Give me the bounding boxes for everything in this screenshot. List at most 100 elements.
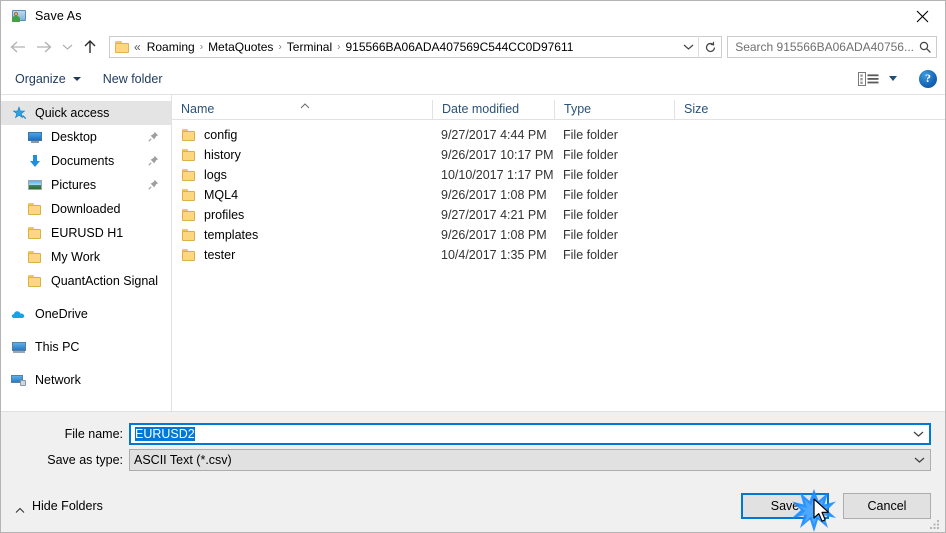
- star-pin-icon: [11, 105, 27, 121]
- sidebar-item-onedrive[interactable]: OneDrive: [1, 302, 171, 326]
- sidebar-item-label: OneDrive: [35, 307, 88, 321]
- save-button[interactable]: Save: [741, 493, 829, 519]
- forward-button[interactable]: [31, 34, 57, 60]
- new-folder-button[interactable]: New folder: [103, 67, 163, 91]
- table-row[interactable]: config 9/27/2017 4:44 PM File folder: [172, 125, 945, 145]
- file-date-cell: 9/27/2017 4:21 PM: [441, 208, 547, 222]
- sidebar-item-network[interactable]: Network: [1, 368, 171, 392]
- navigation-pane: Quick access Desktop Documents Pictures …: [1, 95, 172, 411]
- pictures-icon: [27, 177, 43, 193]
- file-type-cell: File folder: [563, 128, 618, 142]
- chevron-down-icon[interactable]: [907, 430, 929, 438]
- chevron-down-icon[interactable]: [908, 456, 930, 464]
- sidebar-item-label: Documents: [51, 154, 115, 168]
- hide-folders-button[interactable]: Hide Folders: [15, 499, 103, 513]
- save-as-type-select[interactable]: ASCII Text (*.csv): [129, 449, 931, 471]
- sidebar-item-label: Pictures: [51, 178, 97, 192]
- view-layout-icon[interactable]: [858, 71, 897, 87]
- sidebar-item-label: QuantAction Signal: [51, 274, 159, 288]
- file-name-text: history: [204, 148, 241, 162]
- resize-grip-icon[interactable]: [929, 517, 941, 529]
- breadcrumb-item-roaming[interactable]: Roaming: [144, 40, 198, 54]
- file-name-cell: MQL4: [172, 187, 432, 203]
- pushpin-icon[interactable]: [148, 179, 159, 190]
- column-header-size[interactable]: Size: [674, 100, 754, 119]
- breadcrumb: « Roaming › MetaQuotes › Terminal › 9155…: [134, 40, 678, 54]
- file-name-text: config: [204, 128, 238, 142]
- table-row[interactable]: profiles 9/27/2017 4:21 PM File folder: [172, 205, 945, 225]
- file-name-text: tester: [204, 248, 236, 262]
- file-type-cell: File folder: [563, 148, 618, 162]
- table-row[interactable]: tester 10/4/2017 1:35 PM File folder: [172, 245, 945, 265]
- table-row[interactable]: logs 10/10/2017 1:17 PM File folder: [172, 165, 945, 185]
- file-list-pane: Name Date modified Type Size config 9/27…: [172, 95, 945, 411]
- sidebar-item-desktop[interactable]: Desktop: [1, 125, 171, 149]
- refresh-icon[interactable]: [698, 36, 721, 58]
- file-name-row: File name: EURUSD2: [1, 423, 945, 445]
- search-box[interactable]: Search 915566BA06ADA40756...: [727, 36, 937, 58]
- column-headers: Name Date modified Type Size: [172, 95, 945, 120]
- sidebar-item-label: Network: [35, 373, 81, 387]
- breadcrumb-separator: ›: [278, 41, 282, 52]
- help-button[interactable]: ?: [919, 69, 937, 88]
- breadcrumb-separator: ›: [199, 41, 204, 52]
- breadcrumb-item-terminal[interactable]: Terminal: [284, 40, 335, 54]
- table-row[interactable]: templates 9/26/2017 1:08 PM File folder: [172, 225, 945, 245]
- folder-icon: [27, 249, 43, 265]
- chevron-down-icon: [72, 76, 81, 81]
- sidebar-item-this-pc[interactable]: This PC: [1, 335, 171, 359]
- file-name-cell: templates: [172, 227, 432, 243]
- folder-icon: [181, 147, 197, 163]
- chevron-up-icon: [15, 503, 25, 513]
- sidebar-item-label: This PC: [35, 340, 80, 354]
- file-name-cell: config: [172, 127, 432, 143]
- sidebar-item-my-work[interactable]: My Work: [1, 245, 171, 269]
- back-button[interactable]: [5, 34, 31, 60]
- new-folder-label: New folder: [102, 71, 163, 86]
- title-bar: Save As: [1, 1, 945, 31]
- sidebar-item-quick-access[interactable]: Quick access: [1, 101, 171, 125]
- pushpin-icon[interactable]: [148, 131, 159, 142]
- save-as-folder-person-icon: [11, 8, 27, 24]
- recent-locations-chevron-down-icon[interactable]: [57, 34, 77, 60]
- column-header-date-modified[interactable]: Date modified: [432, 100, 554, 119]
- address-chevron-down-icon[interactable]: [678, 37, 698, 57]
- table-row[interactable]: history 9/26/2017 10:17 PM File folder: [172, 145, 945, 165]
- breadcrumb-item-guid[interactable]: 915566BA06ADA407569C544CC0D97611: [342, 40, 576, 54]
- file-type-cell: File folder: [563, 248, 618, 262]
- sidebar-item-downloaded[interactable]: Downloaded: [1, 197, 171, 221]
- organize-button[interactable]: Organize: [15, 67, 81, 91]
- address-bar[interactable]: « Roaming › MetaQuotes › Terminal › 9155…: [109, 36, 723, 58]
- up-button[interactable]: [77, 34, 103, 60]
- file-date-cell: 9/26/2017 1:08 PM: [441, 228, 547, 242]
- file-type-cell: File folder: [563, 208, 618, 222]
- sidebar-item-pictures[interactable]: Pictures: [1, 173, 171, 197]
- cancel-button[interactable]: Cancel: [843, 493, 931, 519]
- help-label: ?: [925, 71, 931, 85]
- chevron-down-icon: [889, 76, 897, 81]
- folder-icon: [27, 225, 43, 241]
- sidebar-item-label: Downloaded: [51, 202, 121, 216]
- sidebar-item-eurusd-h1[interactable]: EURUSD H1: [1, 221, 171, 245]
- sidebar-item-quantaction-signal[interactable]: QuantAction Signal: [1, 269, 171, 293]
- breadcrumb-overflow[interactable]: «: [134, 40, 144, 54]
- table-row[interactable]: MQL4 9/26/2017 1:08 PM File folder: [172, 185, 945, 205]
- navigation-bar: « Roaming › MetaQuotes › Terminal › 9155…: [1, 31, 945, 63]
- sidebar-item-documents[interactable]: Documents: [1, 149, 171, 173]
- file-name-input[interactable]: EURUSD2: [129, 423, 931, 445]
- search-input[interactable]: Search 915566BA06ADA40756...: [728, 40, 914, 54]
- pushpin-icon[interactable]: [148, 155, 159, 166]
- search-icon[interactable]: [914, 40, 936, 54]
- file-name-text: profiles: [204, 208, 245, 222]
- file-name-value[interactable]: EURUSD2: [131, 427, 907, 441]
- breadcrumb-item-metaquotes[interactable]: MetaQuotes: [205, 40, 276, 54]
- dialog-footer: Hide Folders Save Cancel: [1, 480, 945, 532]
- breadcrumb-separator: ›: [337, 41, 341, 52]
- network-icon: [11, 372, 27, 388]
- folder-icon: [181, 207, 197, 223]
- close-icon[interactable]: [899, 1, 945, 31]
- documents-arrow-icon: [27, 153, 43, 169]
- file-date-cell: 9/26/2017 1:08 PM: [441, 188, 547, 202]
- column-header-type[interactable]: Type: [554, 100, 674, 119]
- folder-icon: [181, 127, 197, 143]
